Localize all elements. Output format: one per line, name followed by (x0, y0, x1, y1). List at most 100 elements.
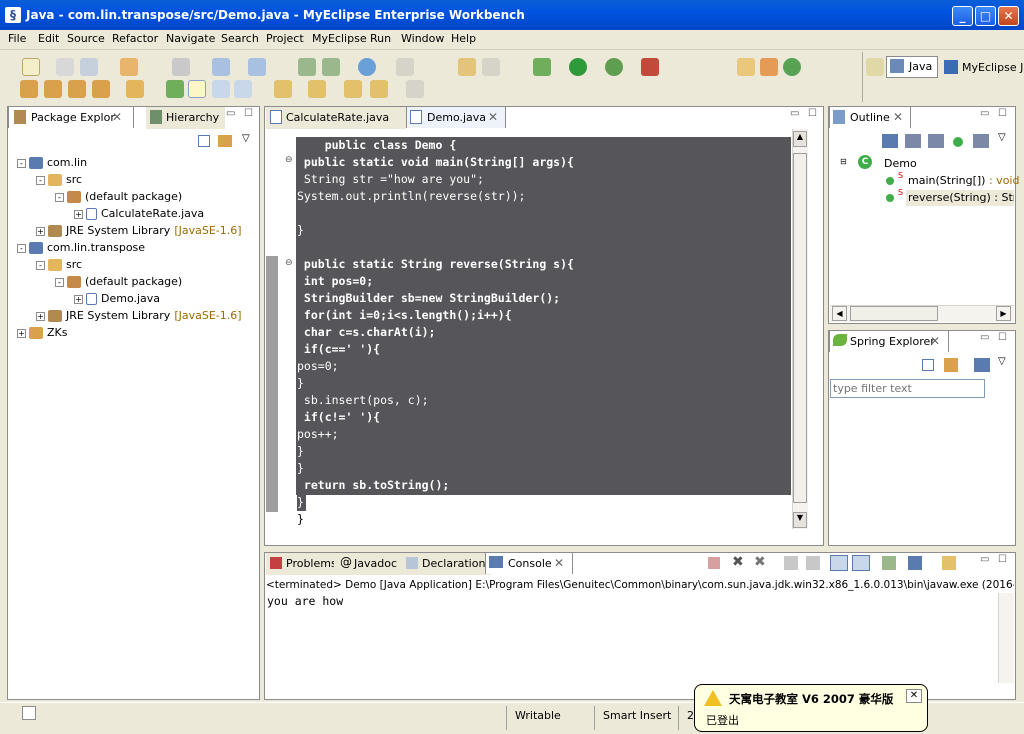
menu-project[interactable]: Project (266, 32, 304, 45)
skip-icon[interactable] (166, 80, 184, 98)
hide-local-icon[interactable] (973, 134, 989, 148)
code-line[interactable]: for(int i=0;i<s.length();i++){ (297, 307, 574, 324)
open-folder-icon[interactable] (44, 80, 62, 98)
maximize-icon[interactable]: ☐ (998, 108, 1007, 119)
code-line[interactable]: } (297, 494, 306, 511)
expand-icon[interactable]: - (36, 260, 45, 270)
expand-icon[interactable]: + (36, 311, 45, 321)
code-line[interactable]: int pos=0; (297, 273, 574, 290)
link-editor-icon[interactable] (944, 358, 958, 372)
scroll-left-icon[interactable]: ◀ (832, 306, 847, 321)
minimize-icon[interactable]: ▭ (980, 554, 989, 565)
debug-icon[interactable] (533, 58, 551, 76)
maximize-icon[interactable]: ☐ (808, 108, 817, 119)
close-tab-icon[interactable]: ✕ (554, 556, 564, 570)
link-editor-icon[interactable] (218, 135, 232, 147)
fold-icon[interactable]: ⊖ (285, 155, 293, 165)
display-console-icon[interactable] (908, 556, 922, 570)
maximize-icon[interactable]: ☐ (998, 332, 1007, 343)
hide-static-icon[interactable] (928, 134, 944, 148)
tool-icon[interactable] (92, 80, 110, 98)
back-icon[interactable] (370, 80, 388, 98)
remove-launch-icon[interactable]: ✖ (732, 554, 744, 570)
open-console-icon[interactable] (942, 556, 956, 570)
view-menu-icon[interactable]: ▽ (998, 356, 1006, 367)
print-icon[interactable] (80, 58, 98, 76)
outline-method-main[interactable]: main(String[]) : void (908, 174, 1019, 187)
minimize-button[interactable]: _ (952, 6, 973, 26)
filter-input[interactable] (830, 379, 985, 398)
new-project-icon[interactable] (120, 58, 138, 76)
tree-item[interactable]: - (default package) (55, 274, 182, 290)
minimize-icon[interactable]: ▭ (980, 332, 989, 343)
close-tab-icon[interactable]: ✕ (112, 110, 122, 124)
tree-item[interactable]: + JRE System Library [JavaSE-1.6] (36, 308, 242, 324)
menu-run[interactable]: Run (370, 32, 391, 45)
scroll-right-icon[interactable]: ▶ (996, 306, 1011, 321)
code-line[interactable]: pos++; (297, 426, 574, 443)
hide-fields-icon[interactable] (905, 134, 921, 148)
expand-icon[interactable]: + (17, 328, 26, 338)
code-line[interactable]: char c=s.charAt(i); (297, 324, 574, 341)
close-tab-icon[interactable]: ✕ (930, 334, 940, 348)
code-line[interactable] (297, 239, 574, 256)
menu-navigate[interactable]: Navigate (166, 32, 215, 45)
tree-item[interactable]: + JRE System Library [JavaSE-1.6] (36, 223, 242, 239)
run-config-icon[interactable] (605, 58, 623, 76)
block-select-icon[interactable] (212, 80, 230, 98)
open-resource-icon[interactable] (126, 80, 144, 98)
refresh-icon[interactable] (783, 58, 801, 76)
code-line[interactable]: public static String reverse(String s){ (297, 256, 574, 273)
jdk-icon[interactable] (172, 58, 190, 76)
minimize-icon[interactable]: ▭ (790, 108, 799, 119)
close-tab-icon[interactable]: ✕ (893, 110, 903, 124)
outline-method-reverse[interactable]: reverse(String) : Strin (906, 190, 1014, 206)
tree-item[interactable]: + Demo.java (74, 291, 160, 307)
outline-class[interactable]: Demo (884, 157, 917, 170)
last-edit-icon[interactable] (344, 80, 362, 98)
code-line[interactable]: } (297, 375, 574, 392)
fast-view-icon[interactable] (22, 706, 36, 720)
tree-item[interactable]: - (default package) (55, 189, 182, 205)
code-line[interactable]: if(c!=' '){ (297, 409, 574, 426)
hide-nonpublic-icon[interactable] (953, 137, 963, 147)
close-button[interactable]: ✕ (998, 6, 1019, 26)
open-type-icon[interactable] (458, 58, 476, 76)
code-line[interactable]: } (297, 222, 574, 239)
scroll-thumb[interactable] (793, 153, 807, 503)
clear-console-icon[interactable] (784, 556, 798, 570)
new-class-icon[interactable] (737, 58, 755, 76)
expand-icon[interactable]: - (55, 277, 64, 287)
collapse-icon[interactable]: ⊟ (840, 157, 847, 166)
maximize-button[interactable]: □ (975, 6, 996, 26)
prev-annotation-icon[interactable] (308, 80, 326, 98)
notification-close-button[interactable]: ✕ (906, 689, 922, 703)
menu-window[interactable]: Window (401, 32, 444, 45)
tree-item[interactable]: + CalculateRate.java (74, 206, 204, 222)
tree-item[interactable]: - src (36, 257, 82, 273)
menu-myeclipse[interactable]: MyEclipse (312, 32, 367, 45)
source-code[interactable]: public class Demo { public static void m… (297, 137, 574, 528)
expand-icon[interactable]: - (17, 158, 26, 168)
code-line[interactable]: sb.insert(pos, c); (297, 392, 574, 409)
menu-edit[interactable]: Edit (38, 32, 59, 45)
expand-icon[interactable]: + (36, 226, 45, 236)
expand-icon[interactable]: - (17, 243, 26, 253)
remove-all-icon[interactable]: ✖ (754, 554, 766, 570)
show-stderr-icon[interactable] (852, 555, 870, 571)
pin-console-icon[interactable] (882, 556, 896, 570)
minimize-icon[interactable]: ▭ (980, 108, 989, 119)
code-line[interactable]: System.out.println(reverse(str)); (297, 188, 574, 205)
wizard-icon[interactable] (212, 58, 230, 76)
code-line[interactable]: if(c==' '){ (297, 341, 574, 358)
package-tool-icon[interactable] (760, 58, 778, 76)
menu-help[interactable]: Help (451, 32, 476, 45)
show-whitespace-icon[interactable] (234, 80, 252, 98)
fold-icon[interactable]: ⊖ (285, 258, 293, 268)
open-perspective-icon[interactable] (866, 58, 884, 76)
code-line[interactable]: pos=0; (297, 358, 574, 375)
code-line[interactable]: StringBuilder sb=new StringBuilder(); (297, 290, 574, 307)
menu-refactor[interactable]: Refactor (112, 32, 158, 45)
menu-source[interactable]: Source (67, 32, 105, 45)
deploy-icon[interactable] (298, 58, 316, 76)
